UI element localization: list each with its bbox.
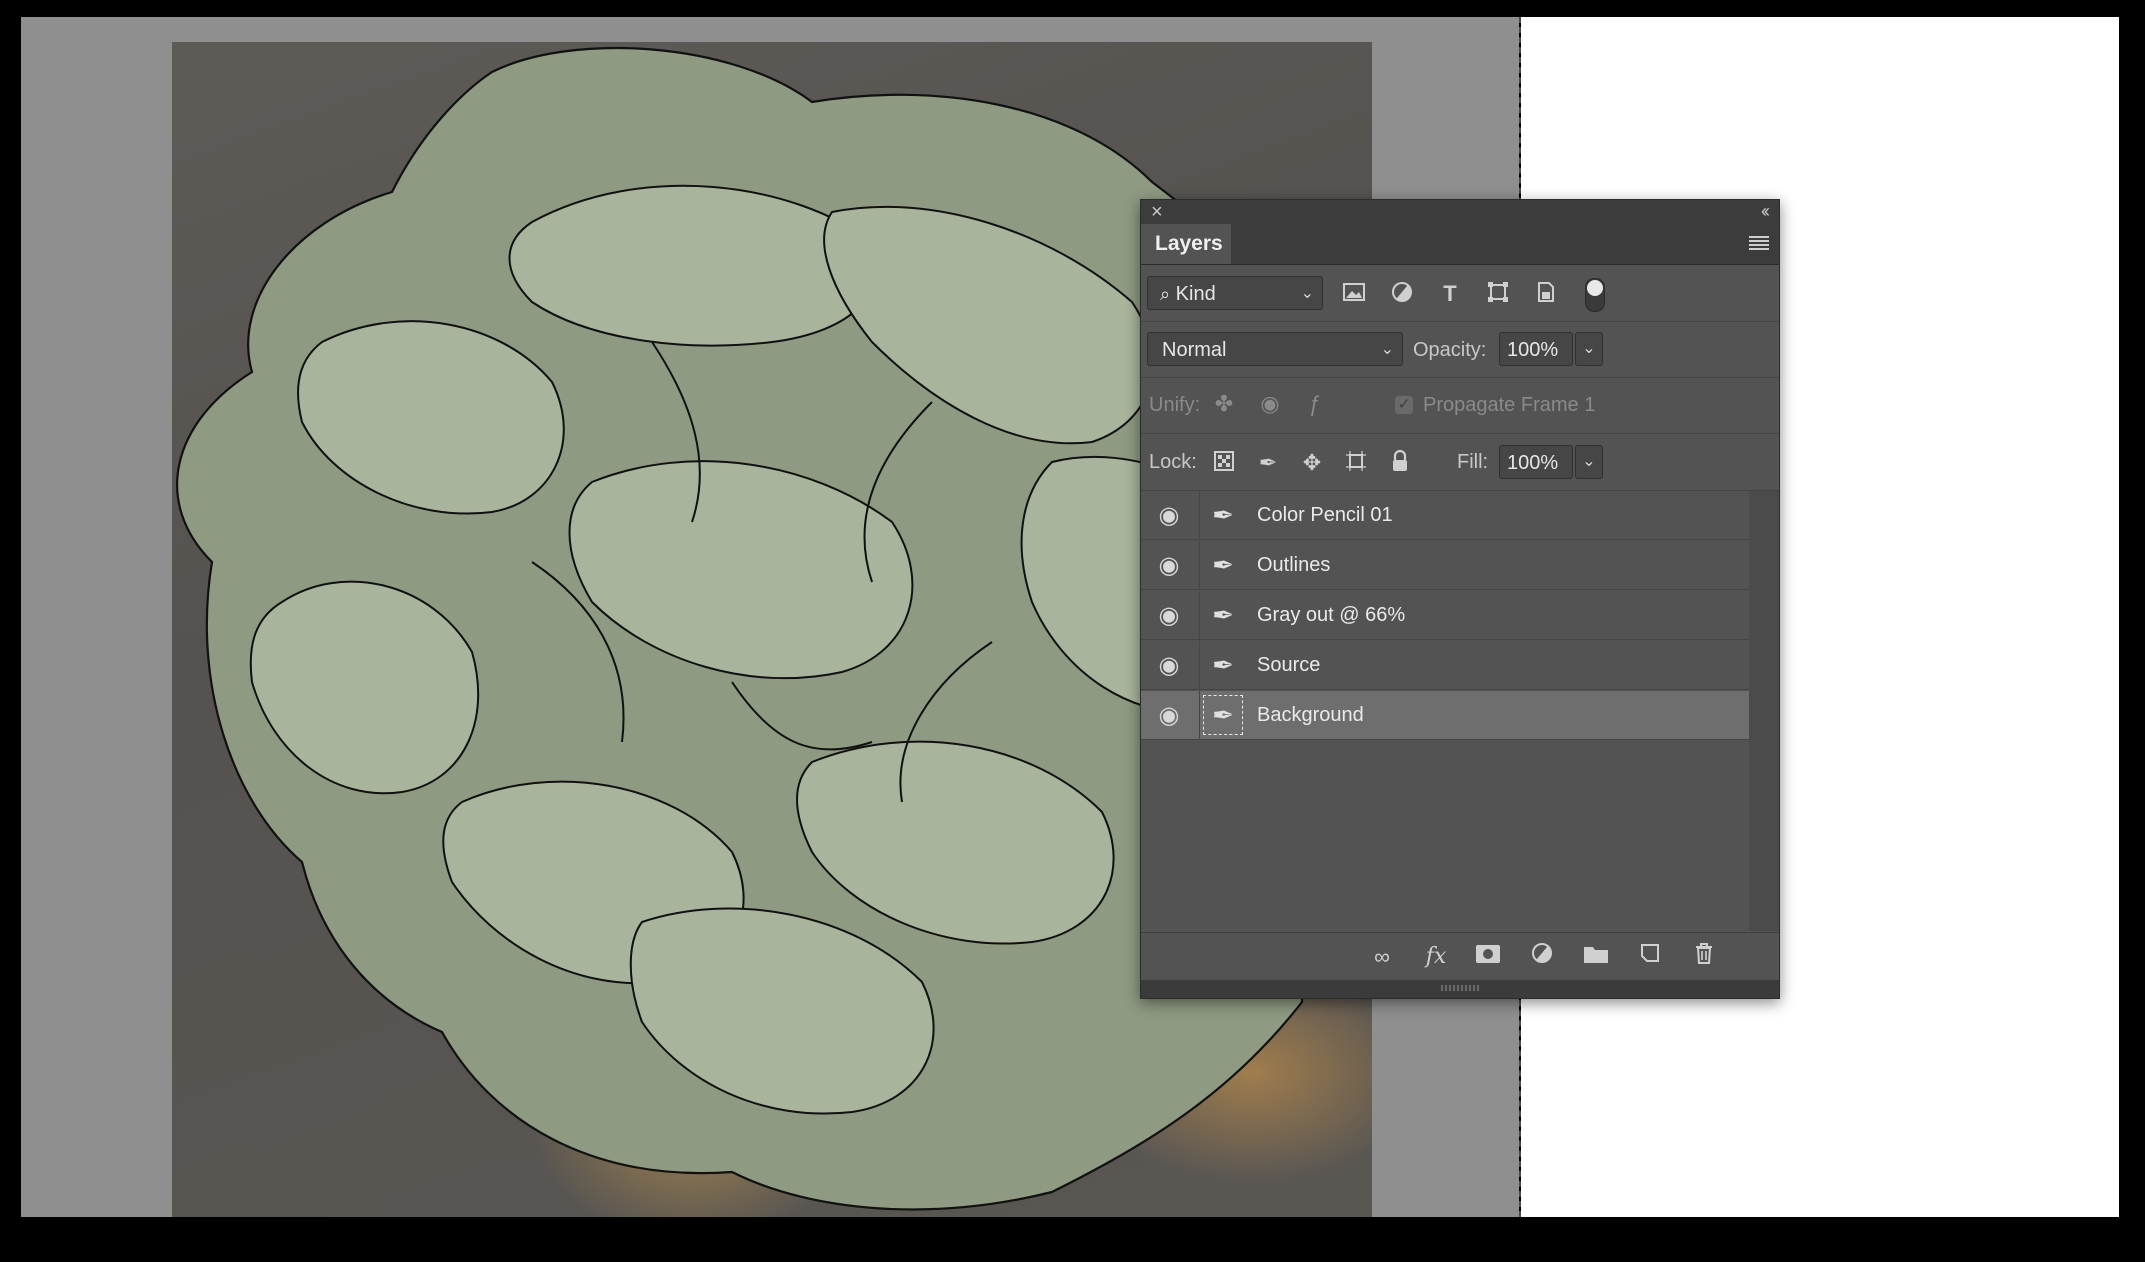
opacity-label: Opacity: [1413,339,1487,361]
eye-visibility-icon[interactable]: ◉ [1149,641,1189,690]
panel-title-bar[interactable]: × ‹‹ [1141,200,1779,224]
search-icon: ⌕ [1160,284,1171,304]
smart-object-filter-icon[interactable] [1533,281,1559,307]
shape-layer-filter-icon[interactable] [1485,281,1511,307]
eye-visibility-icon[interactable]: ◉ [1149,591,1189,640]
layer-name[interactable]: Gray out @ 66% [1257,591,1405,640]
layers-panel: × ‹‹ Layers ⌕ Kind ⌄ T Normal ⌄ Opacity:… [1140,199,1780,999]
blend-row: Normal ⌄ Opacity: 100% ⌄ [1141,322,1779,378]
collapse-panel-icon[interactable]: ‹‹ [1761,201,1770,222]
opacity-field[interactable]: 100% [1499,332,1573,366]
close-icon[interactable]: × [1151,202,1163,222]
blend-mode-dropdown[interactable]: Normal ⌄ [1147,332,1403,366]
lock-transparent-pixels-icon[interactable] [1211,450,1237,476]
lock-position-move-icon[interactable]: ✥ [1299,450,1325,476]
lock-label: Lock: [1149,451,1197,473]
filter-row: ⌕ Kind ⌄ T [1141,265,1779,322]
layer-name[interactable]: Source [1257,641,1320,690]
lock-image-pixels-brush-icon[interactable]: ✒ [1255,450,1281,476]
fill-label: Fill: [1457,451,1489,473]
grip-handle [1441,985,1481,991]
layer-row[interactable]: ◉ ✒ Source [1141,641,1749,690]
layers-bottom-toolbar: ∞ fx [1141,932,1779,981]
panel-tab-row: Layers [1141,224,1779,265]
panel-menu-icon[interactable] [1749,236,1769,252]
panel-resize-grip[interactable] [1141,980,1779,998]
new-group-folder-icon[interactable] [1579,941,1613,973]
adjustment-layer-filter-icon[interactable] [1389,281,1415,307]
paint-brush-layer-icon: ✒ [1212,550,1234,580]
lock-artboard-icon[interactable] [1343,450,1369,476]
fill-field[interactable]: 100% [1499,445,1573,479]
layers-list: ◉ ✒ Color Pencil 01 ◉ ✒ Outlines ◉ ✒ Gra… [1141,491,1749,931]
layer-row[interactable]: ◉ ✒ Gray out @ 66% [1141,591,1749,640]
paint-brush-layer-icon: ✒ [1203,695,1243,735]
link-layers-icon[interactable]: ∞ [1365,941,1399,973]
opacity-chevron-down-icon[interactable]: ⌄ [1575,332,1603,366]
divider [1199,541,1200,590]
unify-style-icon: ƒ [1307,391,1321,416]
paint-brush-layer-icon: ✒ [1212,600,1234,630]
layer-row-selected[interactable]: ◉ ✒ Background [1141,691,1749,740]
delete-layer-trash-icon[interactable] [1687,941,1721,973]
toggle-knob [1587,280,1603,296]
layer-name[interactable]: Background [1257,691,1364,740]
layers-scrollbar[interactable] [1749,491,1779,931]
blend-mode-value: Normal [1162,339,1227,361]
add-layer-mask-icon[interactable] [1471,941,1505,973]
add-layer-style-fx-icon[interactable]: fx [1419,941,1453,973]
unify-label: Unify: [1149,394,1201,416]
lock-all-padlock-icon[interactable] [1387,449,1413,476]
tab-layers[interactable]: Layers [1141,224,1231,264]
paint-brush-layer-icon: ✒ [1212,650,1234,680]
divider [1199,591,1200,640]
fill-chevron-down-icon[interactable]: ⌄ [1575,445,1603,479]
filter-toggle-switch[interactable] [1585,278,1605,312]
layer-name[interactable]: Outlines [1257,541,1330,590]
lock-row: Lock: ✒ ✥ Fill: 100% ⌄ [1141,434,1779,491]
pixel-layer-filter-icon[interactable] [1341,281,1367,307]
propagate-frame-checkbox[interactable]: ✓ [1395,396,1413,414]
layer-row[interactable]: ◉ ✒ Color Pencil 01 [1141,491,1749,540]
new-adjustment-layer-icon[interactable] [1525,941,1559,973]
eye-visibility-icon[interactable]: ◉ [1149,491,1189,540]
unify-visibility-icon: ◉ [1260,391,1280,416]
divider [1199,691,1200,740]
layer-name[interactable]: Color Pencil 01 [1257,491,1393,540]
kind-filter-dropdown[interactable]: ⌕ Kind ⌄ [1147,276,1323,310]
eye-visibility-icon[interactable]: ◉ [1149,691,1189,740]
unify-row: Unify: ✤ ◉ ƒ ✓ Propagate Frame 1 [1141,378,1779,434]
kind-filter-label: Kind [1175,283,1216,305]
propagate-frame-label: Propagate Frame 1 [1423,394,1596,416]
type-layer-filter-icon[interactable]: T [1437,281,1463,307]
eye-visibility-icon[interactable]: ◉ [1149,541,1189,590]
new-layer-icon[interactable] [1633,941,1667,973]
chevron-down-icon: ⌄ [1300,285,1314,302]
paint-brush-layer-icon: ✒ [1212,500,1234,530]
divider [1199,641,1200,690]
layer-row[interactable]: ◉ ✒ Outlines [1141,541,1749,590]
divider [1199,491,1200,540]
chevron-down-icon: ⌄ [1380,341,1394,358]
unify-position-icon: ✤ [1214,391,1234,416]
